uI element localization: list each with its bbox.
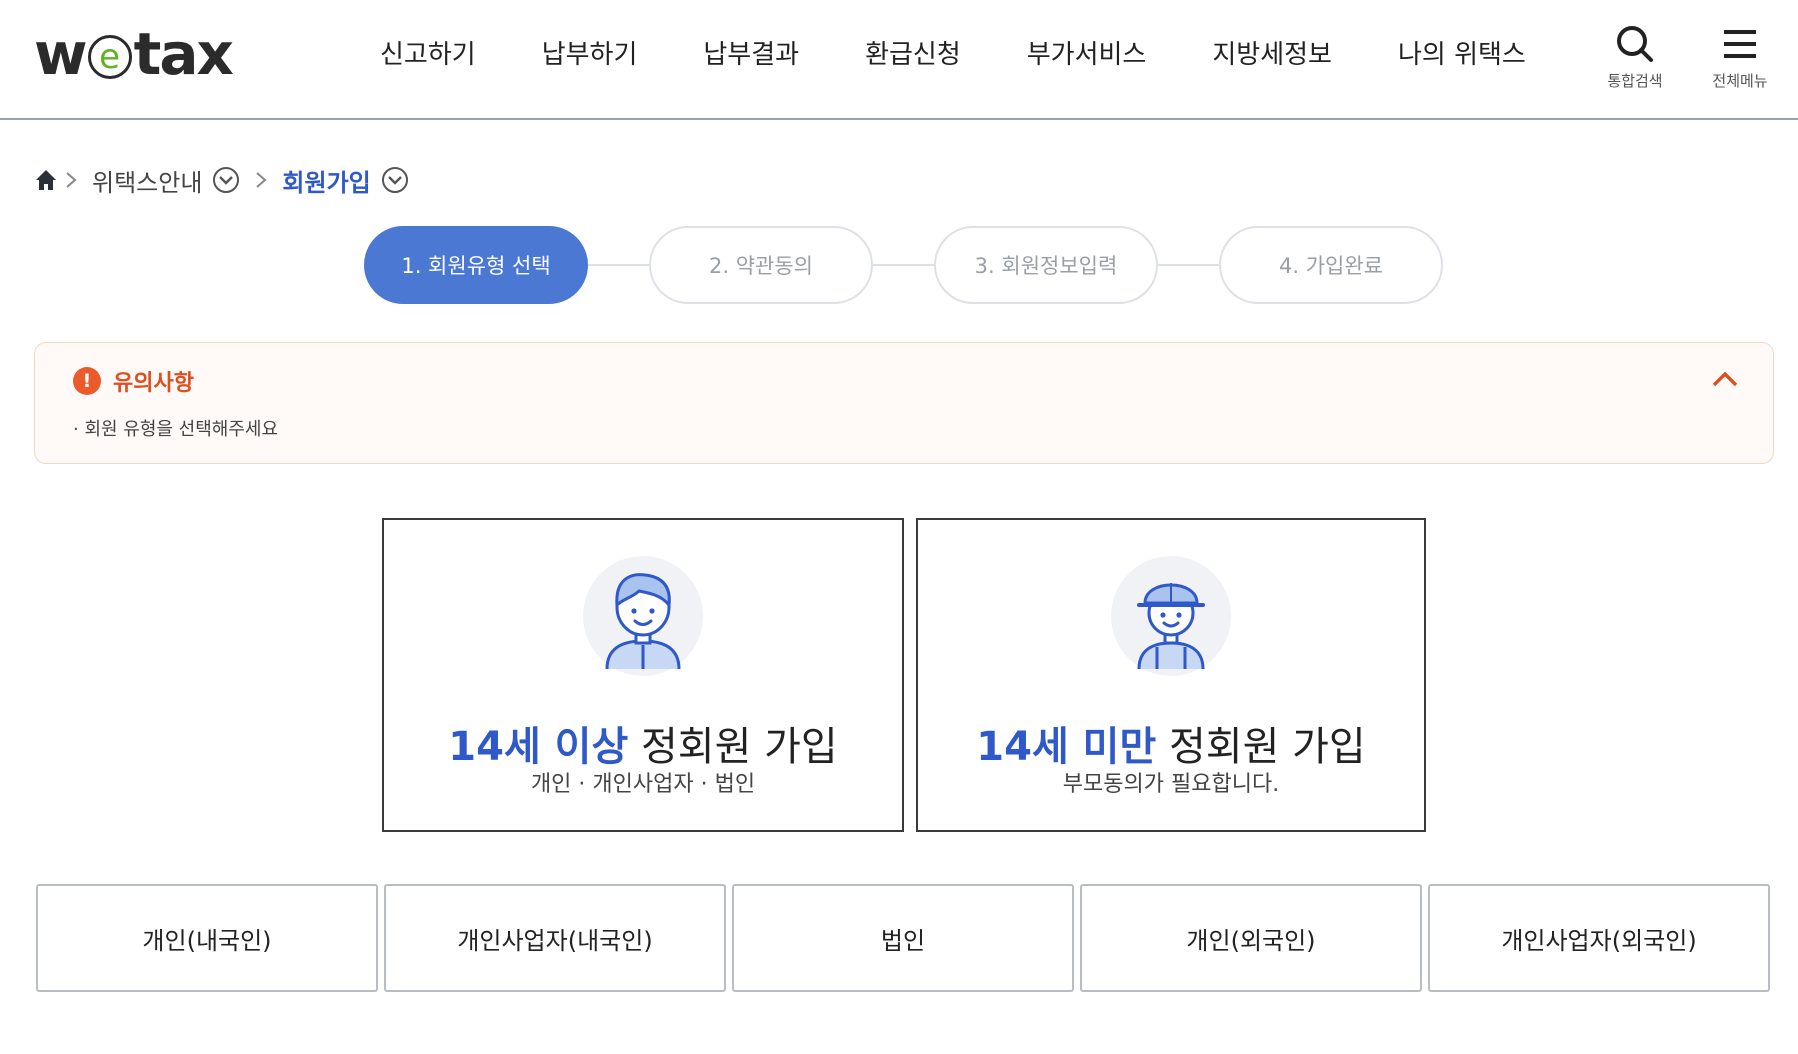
chevron-up-icon: [1712, 371, 1738, 387]
home-icon[interactable]: [34, 168, 58, 192]
minor-age-highlight: 14세 미만: [976, 724, 1157, 770]
logo-tax: tax: [133, 20, 234, 88]
individual-domestic-button[interactable]: 개인(내국인): [36, 884, 378, 992]
notice-text: · 회원 유형을 선택해주세요: [73, 419, 279, 440]
adult-title-text: 정회원 가입: [628, 724, 838, 770]
adult-member-card[interactable]: 14세 이상 정회원 가입 개인 · 개인사업자 · 법인: [382, 518, 904, 832]
step-terms-agreement: 2. 약관동의: [649, 226, 873, 304]
nav-my-wetax[interactable]: 나의 위택스: [1398, 34, 1526, 71]
nav-local-tax-info[interactable]: 지방세정보: [1212, 34, 1332, 71]
nav-payment[interactable]: 납부하기: [542, 34, 638, 71]
integrated-search-button[interactable]: 통합검색: [1600, 24, 1670, 91]
chevron-down-circle-icon[interactable]: [381, 166, 409, 194]
nav-extra-services[interactable]: 부가서비스: [1027, 34, 1147, 71]
step-complete: 4. 가입완료: [1219, 226, 1443, 304]
minor-card-title: 14세 미만 정회원 가입: [918, 714, 1424, 772]
logo-w: w: [34, 20, 88, 88]
minor-member-card[interactable]: 14세 미만 정회원 가입 부모동의가 필요합니다.: [916, 518, 1426, 832]
minor-title-text: 정회원 가입: [1156, 724, 1366, 770]
exclamation-icon: !: [73, 367, 101, 395]
all-menu-button[interactable]: 전체메뉴: [1702, 24, 1778, 91]
notice-collapse-button[interactable]: [1711, 369, 1739, 393]
minor-avatar-icon: [1111, 556, 1231, 676]
step-connector: [873, 264, 934, 266]
breadcrumb-signup[interactable]: 회원가입: [282, 163, 370, 198]
chevron-down-circle-icon[interactable]: [212, 166, 240, 194]
sole-proprietor-foreign-button[interactable]: 개인사업자(외국인): [1428, 884, 1770, 992]
search-label: 통합검색: [1607, 72, 1663, 90]
adult-card-subtitle: 개인 · 개인사업자 · 법인: [530, 772, 756, 797]
hamburger-menu-icon: [1724, 30, 1756, 58]
member-type-buttons: 개인(내국인) 개인사업자(내국인) 법인 개인(외국인) 개인사업자(외국인): [36, 884, 1770, 992]
step-member-info: 3. 회원정보입력: [934, 226, 1158, 304]
menu-label: 전체메뉴: [1712, 72, 1768, 90]
step-member-type: 1. 회원유형 선택: [364, 226, 588, 304]
chevron-right-icon: [254, 170, 268, 190]
notice-title: 유의사항: [113, 371, 194, 396]
adult-age-highlight: 14세 이상: [448, 724, 629, 770]
breadcrumb-wetax-guide[interactable]: 위택스안내: [92, 163, 202, 198]
breadcrumb: 위택스안내 회원가입: [34, 163, 409, 198]
sole-proprietor-domestic-button[interactable]: 개인사업자(내국인): [384, 884, 726, 992]
wetax-logo[interactable]: w e tax: [34, 20, 234, 88]
search-icon: [1617, 26, 1653, 62]
adult-card-title: 14세 이상 정회원 가입: [384, 714, 902, 772]
logo-e-circle: e: [87, 35, 132, 79]
step-connector: [588, 264, 649, 266]
nav-refund[interactable]: 환급신청: [865, 34, 961, 71]
signup-steps: 1. 회원유형 선택 2. 약관동의 3. 회원정보입력 4. 가입완료: [364, 226, 1443, 304]
adult-avatar-icon: [583, 556, 703, 676]
corporation-button[interactable]: 법인: [732, 884, 1074, 992]
minor-card-subtitle: 부모동의가 필요합니다.: [1062, 772, 1280, 797]
notice-box: ! 유의사항 · 회원 유형을 선택해주세요: [34, 342, 1774, 464]
site-header: w e tax 신고하기 납부하기 납부결과 환급신청 부가서비스 지방세정보 나의…: [0, 0, 1798, 120]
notice-header: ! 유의사항: [73, 365, 194, 397]
main-nav: 신고하기 납부하기 납부결과 환급신청 부가서비스 지방세정보 나의 위택스: [380, 34, 1526, 71]
nav-report[interactable]: 신고하기: [380, 34, 476, 71]
chevron-right-icon: [64, 170, 78, 190]
individual-foreign-button[interactable]: 개인(외국인): [1080, 884, 1422, 992]
step-connector: [1158, 264, 1219, 266]
nav-payment-result[interactable]: 납부결과: [703, 34, 799, 71]
